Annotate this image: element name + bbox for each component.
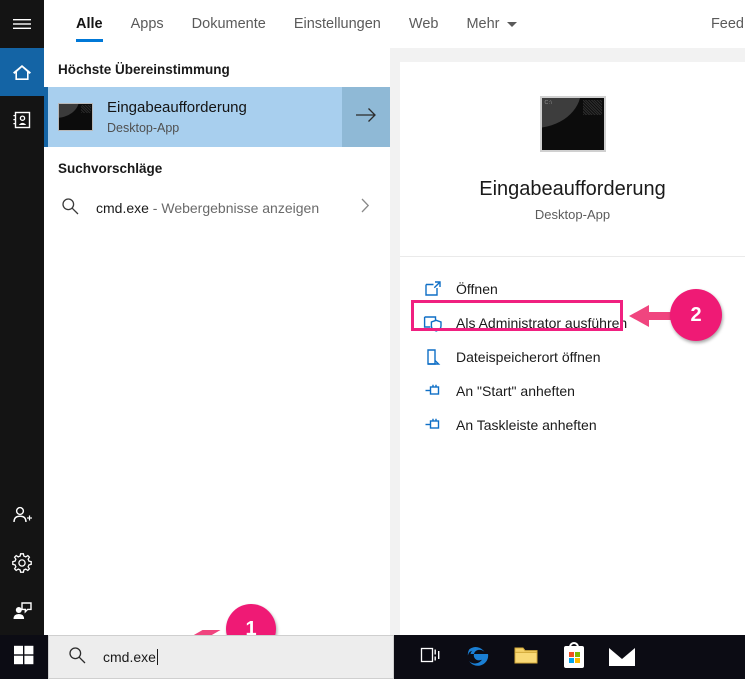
tab-bar: Alle Apps Dokumente Einstellungen Web Me… — [44, 0, 531, 48]
taskbar-icons — [406, 635, 646, 679]
search-input-value: cmd.exe — [103, 649, 156, 665]
edge-browser-button[interactable] — [454, 635, 502, 679]
chevron-down-icon — [507, 22, 517, 27]
store-square-green — [575, 652, 580, 657]
store-square-red — [569, 652, 574, 657]
suggestions-header: Suchvorschläge — [44, 147, 390, 186]
shield-admin-icon — [422, 314, 444, 332]
search-icon — [60, 196, 80, 221]
action-open-file-location[interactable]: Dateispeicherort öffnen — [400, 341, 745, 373]
chevron-right-icon — [360, 198, 370, 219]
selection-accent-bar — [44, 87, 48, 147]
tab-label: Dokumente — [192, 16, 266, 32]
tab-label: Alle — [76, 16, 103, 32]
console-app-icon: C:\ — [540, 96, 606, 152]
action-label: An "Start" anheften — [456, 383, 575, 399]
edge-browser-icon — [465, 642, 491, 673]
search-header: Alle Apps Dokumente Einstellungen Web Me… — [44, 0, 745, 48]
preview-actions-list: Öffnen Als Administrator ausführen — [400, 257, 745, 441]
console-icon-caption: C:\ — [545, 100, 553, 106]
task-view-button[interactable] — [406, 635, 454, 679]
best-match-header: Höchste Übereinstimmung — [44, 48, 390, 87]
tab-alle[interactable]: Alle — [62, 0, 117, 48]
tab-label: Web — [409, 16, 439, 32]
action-label: Dateispeicherort öffnen — [456, 349, 601, 365]
action-label: Öffnen — [456, 281, 498, 297]
result-title: Eingabeaufforderung — [107, 99, 247, 118]
start-button[interactable] — [0, 635, 48, 679]
search-icon — [67, 645, 87, 670]
notebook-icon — [11, 110, 33, 130]
start-menu-rail — [0, 0, 44, 635]
taskbar: cmd.exe — [0, 635, 745, 679]
folder-open-icon — [422, 348, 444, 366]
file-explorer-button[interactable] — [502, 635, 550, 679]
microsoft-store-icon — [564, 646, 584, 668]
result-subtitle: Desktop-App — [107, 121, 247, 135]
console-app-icon — [58, 103, 93, 131]
preview-subtitle: Desktop-App — [535, 207, 610, 222]
task-view-icon — [418, 645, 442, 670]
action-pin-to-taskbar[interactable]: An Taskleiste anheften — [400, 409, 745, 441]
action-pin-to-start[interactable]: An "Start" anheften — [400, 375, 745, 407]
pin-icon — [422, 416, 444, 434]
windows-search-screen: Alle Apps Dokumente Einstellungen Web Me… — [0, 0, 745, 679]
open-external-icon — [422, 280, 444, 298]
suggestion-row-cmd-exe[interactable]: cmd.exe - Webergebnisse anzeigen — [44, 186, 390, 230]
arrow-right-icon — [354, 106, 378, 129]
microsoft-store-button[interactable] — [550, 635, 598, 679]
sidebar-item-home[interactable] — [0, 48, 44, 96]
tab-einstellungen[interactable]: Einstellungen — [280, 0, 395, 48]
suggestion-suffix: - Webergebnisse anzeigen — [149, 200, 319, 216]
sidebar-item-feedback[interactable] — [0, 587, 44, 635]
feedback-link[interactable]: Feed — [711, 0, 745, 48]
action-open[interactable]: Öffnen — [400, 273, 745, 305]
mail-button[interactable] — [598, 635, 646, 679]
store-logo-grid — [569, 652, 580, 663]
sidebar-item-settings[interactable] — [0, 539, 44, 587]
store-square-yellow — [575, 658, 580, 663]
preview-title: Eingabeaufforderung — [479, 178, 665, 201]
action-label: Als Administrator ausführen — [456, 315, 627, 331]
suggestion-text: cmd.exe - Webergebnisse anzeigen — [96, 200, 319, 216]
tab-label: Einstellungen — [294, 16, 381, 32]
result-row-eingabeaufforderung[interactable]: Eingabeaufforderung Desktop-App — [44, 87, 390, 147]
file-explorer-icon — [513, 644, 539, 671]
sidebar-item-documents[interactable] — [0, 96, 44, 144]
preview-header: C:\ Eingabeaufforderung Desktop-App — [400, 62, 745, 257]
search-input[interactable]: cmd.exe — [48, 635, 394, 679]
pin-icon — [422, 382, 444, 400]
feedback-person-icon — [11, 601, 33, 621]
open-result-button[interactable] — [342, 87, 390, 147]
action-run-as-administrator[interactable]: Als Administrator ausführen — [400, 307, 745, 339]
hamburger-icon — [12, 16, 32, 32]
tab-label: Mehr — [466, 16, 499, 32]
tab-apps[interactable]: Apps — [117, 0, 178, 48]
store-bag-handle — [569, 642, 579, 650]
windows-logo-icon — [13, 644, 35, 671]
feedback-link-label: Feed — [711, 16, 744, 32]
suggestion-query: cmd.exe — [96, 200, 149, 216]
tab-mehr[interactable]: Mehr — [452, 0, 530, 48]
person-add-icon — [11, 505, 33, 525]
gear-icon — [11, 552, 33, 574]
result-text: Eingabeaufforderung Desktop-App — [107, 99, 247, 135]
text-cursor — [157, 649, 158, 665]
tab-web[interactable]: Web — [395, 0, 453, 48]
hamburger-menu-button[interactable] — [0, 0, 44, 48]
results-panel: Höchste Übereinstimmung Eingabeaufforder… — [44, 48, 390, 635]
store-square-blue — [569, 658, 574, 663]
sidebar-item-account[interactable] — [0, 491, 44, 539]
tab-label: Apps — [131, 16, 164, 32]
action-label: An Taskleiste anheften — [456, 417, 597, 433]
search-input-text: cmd.exe — [103, 649, 158, 665]
tab-dokumente[interactable]: Dokumente — [178, 0, 280, 48]
mail-icon — [609, 648, 635, 666]
preview-panel: C:\ Eingabeaufforderung Desktop-App Öffn… — [400, 62, 745, 635]
home-icon — [11, 62, 33, 82]
